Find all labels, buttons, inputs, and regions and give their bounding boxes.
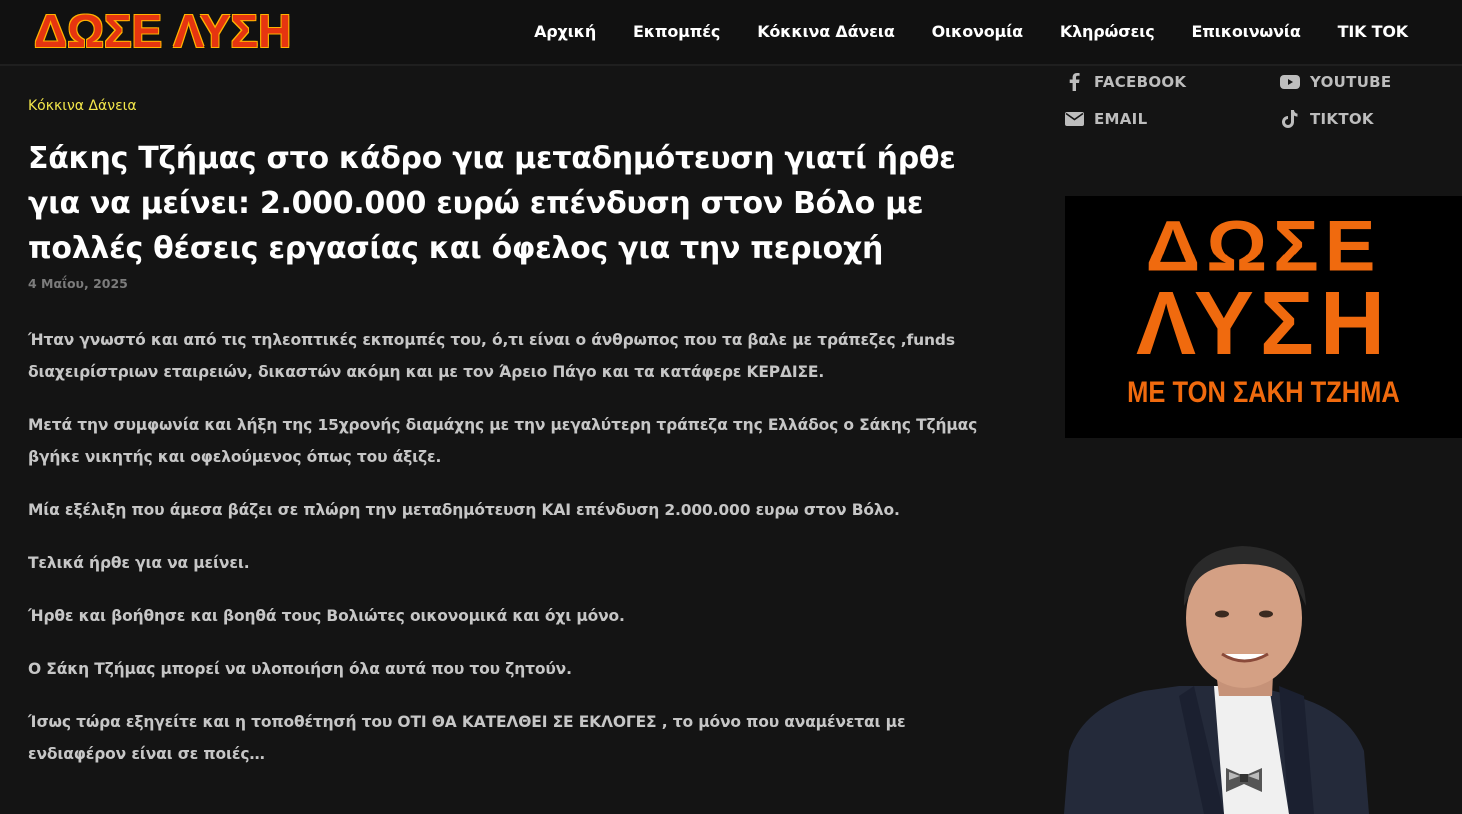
nav-item-tiktok[interactable]: TIK TOK — [1319, 22, 1409, 41]
sidebar: FACEBOOK YOUTUBE EMAIL TIKTOK ΔΩΣΕ ΛΥΣΗ … — [1064, 66, 1462, 814]
social-email-label: EMAIL — [1094, 110, 1148, 128]
social-tiktok-label: TIKTOK — [1310, 110, 1374, 128]
nav-item-draws[interactable]: Κληρώσεις — [1041, 22, 1173, 41]
main-nav: Αρχική Εκπομπές Κόκκινα Δάνεια Οικονομία… — [516, 0, 1408, 62]
nav-item-shows[interactable]: Εκπομπές — [615, 22, 739, 41]
social-tiktok-link[interactable]: TIKTOK — [1280, 109, 1374, 129]
site-header: ΔΩΣΕ ΛΥΣΗ Αρχική Εκπομπές Κόκκινα Δάνεια… — [0, 0, 1462, 66]
site-logo[interactable]: ΔΩΣΕ ΛΥΣΗ — [34, 4, 291, 58]
article-title: Σάκης Τζήμας στο κάδρο για μεταδημότευση… — [28, 141, 956, 266]
social-email-link[interactable]: EMAIL — [1064, 109, 1147, 129]
paragraph: Ήταν γνωστό και από τις τηλεοπτικές εκπο… — [28, 331, 955, 381]
host-photo — [1064, 536, 1462, 814]
social-youtube-label: YOUTUBE — [1310, 73, 1392, 91]
show-banner[interactable]: ΔΩΣΕ ΛΥΣΗ ΜΕ ΤΟΝ ΣΑΚΗ ΤΖΗΜΑ — [1065, 196, 1462, 438]
paragraph: Ο Σάκη Τζήμας μπορεί να υλοποιήση όλα αυ… — [28, 660, 572, 678]
nav-item-home[interactable]: Αρχική — [516, 22, 615, 41]
nav-item-economy[interactable]: Οικονομία — [913, 22, 1041, 41]
article-date: 4 Μαΐου, 2025 — [28, 276, 128, 291]
nav-item-contact[interactable]: Επικοινωνία — [1173, 22, 1319, 41]
nav-item-red-loans[interactable]: Κόκκινα Δάνεια — [739, 22, 913, 41]
email-icon — [1064, 109, 1084, 129]
banner-line-2: ΛΥΣΗ — [1136, 274, 1391, 374]
article-body: Ήταν γνωστό και από τις τηλεοπτικές εκπο… — [28, 324, 1008, 791]
social-facebook-label: FACEBOOK — [1094, 73, 1187, 91]
paragraph: Μετά την συμφωνία και λήξη της 15χρονής … — [28, 416, 978, 466]
banner-line-1: ΔΩΣΕ — [1145, 206, 1382, 287]
facebook-icon — [1064, 72, 1084, 92]
paragraph: Τελικά ήρθε για να μείνει. — [28, 554, 250, 572]
paragraph: Ίσως τώρα εξηγείτε και η τοποθέτησή του … — [28, 713, 906, 763]
banner-line-3: ΜΕ ΤΟΝ ΣΑΚΗ ΤΖΗΜΑ — [1127, 376, 1400, 409]
youtube-icon — [1280, 72, 1300, 92]
tiktok-icon — [1280, 109, 1300, 129]
social-facebook-link[interactable]: FACEBOOK — [1064, 72, 1186, 92]
paragraph: Ήρθε και βοήθησε και βοηθά τους Βολιώτες… — [28, 607, 625, 625]
article-category[interactable]: Κόκκινα Δάνεια — [28, 98, 137, 114]
social-youtube-link[interactable]: YOUTUBE — [1280, 72, 1391, 92]
paragraph: Μία εξέλιξη που άμεσα βάζει σε πλώρη την… — [28, 501, 900, 519]
